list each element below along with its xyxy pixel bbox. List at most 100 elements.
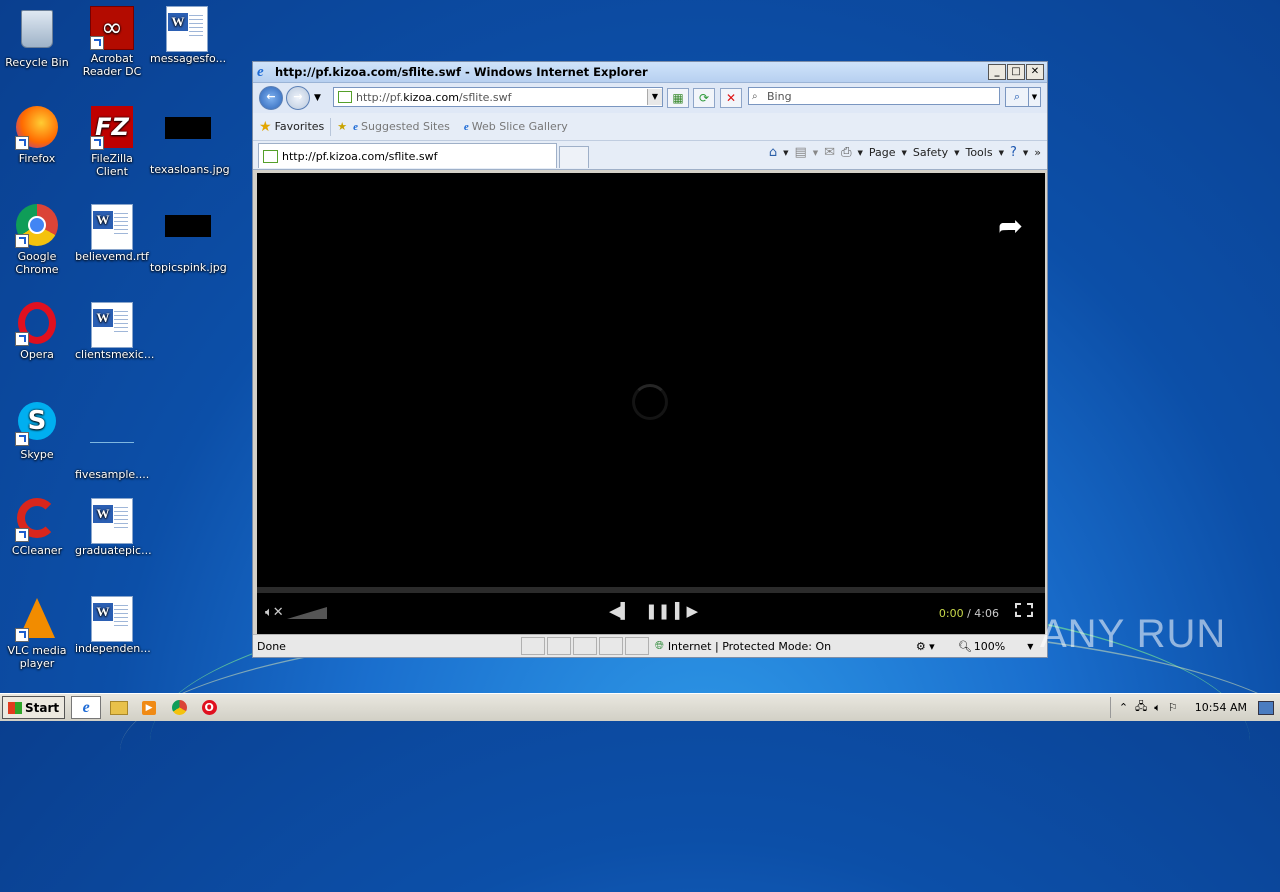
share-icon[interactable]: ➦ (998, 209, 1023, 244)
flash-player[interactable]: ➦ 🔈︎✕ ◀▍ ❚❚ ▍▶ 0:00 / 4:06 (257, 173, 1045, 634)
safety-menu[interactable]: Safety (913, 146, 948, 159)
home-icon[interactable]: ⌂ (769, 145, 777, 160)
desktop-icon-opera[interactable]: Opera (0, 302, 74, 361)
web-slice-gallery-link[interactable]: Web Slice Gallery (472, 120, 568, 133)
search-input[interactable]: Bing (748, 87, 1000, 105)
desktop-icon-believemd[interactable]: believemd.rtf (75, 204, 149, 263)
help-icon[interactable]: ? (1010, 145, 1017, 160)
search-options-dropdown-icon[interactable]: ▼ (1028, 87, 1041, 107)
skype-icon: S (15, 402, 59, 446)
chrome-icon (15, 204, 59, 248)
word-doc-icon (90, 498, 134, 544)
desktop-icon-messagesfo[interactable]: messagesfo... (150, 6, 226, 65)
desktop-icon-skype[interactable]: S Skype (0, 400, 74, 461)
file-icon (90, 422, 134, 466)
address-path: /sflite.swf (458, 90, 512, 104)
favorites-star-icon: ★ (259, 118, 272, 135)
read-mail-icon[interactable]: ✉ (824, 145, 835, 160)
opera-icon: O (201, 700, 217, 715)
page-icon (338, 91, 352, 103)
desktop-icon-vlc[interactable]: VLC media player (0, 596, 74, 670)
desktop-icon-topicspink[interactable]: topicspink.jpg (150, 204, 227, 274)
forward-button[interactable]: → (286, 86, 310, 110)
next-button[interactable]: ▍▶ (675, 602, 698, 620)
internet-zone-icon: 🌐︎ (655, 639, 664, 652)
chevron-more-icon[interactable]: » (1034, 146, 1041, 159)
status-text: Done (257, 639, 286, 653)
pause-button[interactable]: ❚❚ (645, 602, 670, 620)
word-doc-icon (90, 302, 134, 348)
desktop-icon-graduatepic[interactable]: graduatepic... (75, 498, 152, 557)
mute-icon[interactable]: 🔈︎✕ (265, 605, 284, 620)
print-icon[interactable]: ⎙ (841, 145, 851, 160)
security-zone-text[interactable]: Internet | Protected Mode: On (668, 640, 916, 653)
tools-menu[interactable]: Tools (965, 146, 992, 159)
add-to-favorites-bar-icon[interactable]: ★ (337, 120, 347, 133)
close-button[interactable]: ✕ (1026, 64, 1044, 80)
desktop-icon-clientsmexic[interactable]: clientsmexic... (75, 302, 154, 361)
page-icon (263, 149, 278, 163)
taskbar-opera-button[interactable]: O (197, 697, 221, 718)
show-desktop-button[interactable] (1258, 700, 1274, 715)
desktop-icon-firefox[interactable]: Firefox (0, 106, 74, 165)
command-bar: ⌂ ▼ ▤ ▼ ✉ ⎙ ▼ Page ▼ Safety ▼ Tools ▼ ? ▼ » (768, 145, 1041, 160)
back-button[interactable]: ← (259, 86, 283, 110)
favorites-button[interactable]: Favorites (275, 120, 325, 133)
clock[interactable]: 10:54 AM (1195, 701, 1247, 714)
shortcut-arrow-icon (15, 234, 29, 248)
refresh-button[interactable]: ⟳ (693, 88, 715, 108)
window-title: http://pf.kizoa.com/sflite.swf - Windows… (275, 65, 648, 79)
wallpaper-swoosh (120, 620, 1280, 882)
desktop-icon-acrobat[interactable]: ∞ Acrobat Reader DC (75, 6, 149, 78)
compatibility-view-button[interactable]: ▦ (667, 88, 689, 108)
folder-icon (110, 700, 129, 715)
maximize-button[interactable]: □ (1007, 64, 1025, 80)
loading-spinner (632, 384, 668, 420)
navigation-bar: ← → ▼ http://pf. kizoa.com/sflite.swf ▼ ▦… (253, 83, 1047, 113)
shortcut-arrow-icon (15, 628, 29, 642)
zoom-level[interactable]: 100% (974, 640, 1005, 653)
taskbar-explorer-button[interactable] (107, 697, 131, 718)
desktop-icon-ccleaner[interactable]: CCleaner (0, 498, 74, 557)
ie-icon: e (82, 698, 90, 716)
taskbar-ie-button[interactable]: e (71, 696, 102, 719)
action-center-flag-icon[interactable]: ⚐ (1168, 701, 1178, 714)
minimize-button[interactable]: _ (988, 64, 1006, 80)
start-button[interactable]: Start (2, 696, 66, 719)
ie-logo-icon: e (257, 64, 264, 80)
windows-flag-icon (8, 701, 22, 714)
stop-button[interactable]: ✕ (720, 88, 742, 108)
suggested-sites-icon: e (353, 120, 359, 133)
previous-button[interactable]: ◀▍ (609, 602, 632, 620)
image-file-icon (165, 215, 211, 259)
new-tab-button[interactable] (559, 146, 589, 168)
search-button[interactable]: ⌕ (1005, 87, 1029, 107)
desktop-icon-texasloans[interactable]: texasloans.jpg (150, 106, 230, 176)
feeds-icon[interactable]: ▤ (794, 145, 806, 160)
fullscreen-icon[interactable] (1015, 603, 1033, 617)
address-prefix: http://pf. (356, 90, 404, 104)
volume-slider[interactable] (287, 607, 327, 619)
volume-icon[interactable]: 🔈︎ (1154, 701, 1161, 715)
network-icon[interactable]: 🖧︎ (1135, 698, 1147, 717)
recent-pages-dropdown-icon[interactable]: ▼ (314, 93, 321, 103)
show-hidden-icons-icon[interactable]: ⌃ (1119, 701, 1128, 714)
taskbar-chrome-button[interactable] (167, 697, 191, 718)
tab-active[interactable]: http://pf.kizoa.com/sflite.swf (258, 143, 557, 168)
desktop-icon-filezilla[interactable]: FZ FileZilla Client (75, 106, 149, 178)
address-dropdown-icon[interactable]: ▼ (647, 89, 662, 105)
suggested-sites-link[interactable]: Suggested Sites (361, 120, 450, 133)
media-player-icon: ▶ (142, 700, 157, 715)
web-slice-gallery-icon: e (463, 120, 469, 133)
tab-row: http://pf.kizoa.com/sflite.swf ⌂ ▼ ▤ ▼ ✉ ⎙… (253, 141, 1047, 170)
address-bar[interactable]: http://pf. kizoa.com/sflite.swf ▼ (333, 87, 663, 107)
desktop-icon-fivesample[interactable]: fivesample.... (75, 400, 149, 481)
page-menu[interactable]: Page (869, 146, 896, 159)
desktop-icon-chrome[interactable]: Google Chrome (0, 204, 74, 276)
desktop-icon-independen[interactable]: independen... (75, 596, 151, 655)
protected-mode-icon[interactable]: ⚙︎ ▾ (916, 640, 952, 653)
ie-titlebar[interactable]: e http://pf.kizoa.com/sflite.swf - Windo… (253, 62, 1047, 83)
zoom-dropdown-icon[interactable]: ▼ (1027, 642, 1033, 651)
taskbar-media-player-button[interactable]: ▶ (137, 697, 161, 718)
desktop-icon-recycle-bin[interactable]: Recycle Bin (0, 6, 74, 69)
